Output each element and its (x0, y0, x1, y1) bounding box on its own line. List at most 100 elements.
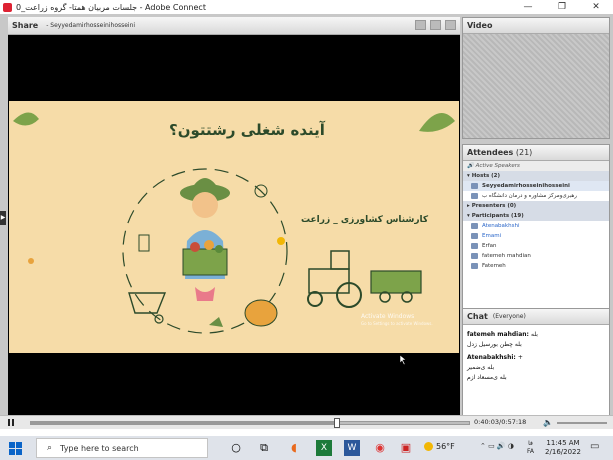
pause-icon[interactable] (4, 417, 18, 429)
user-icon (471, 263, 478, 269)
playback-track[interactable] (30, 418, 470, 428)
share-pod-header: Share - Seyyedamirhosseinihosseini (8, 17, 460, 35)
vegetable-crate (182, 248, 228, 276)
chat-text: بله چطن بورسیل زدل (467, 341, 522, 348)
participant-name: Fatemeh (482, 263, 506, 269)
user-icon (471, 183, 478, 189)
share-pod: Share - Seyyedamirhosseinihosseini آینده… (8, 17, 460, 427)
weather-temp: 56°F (436, 442, 455, 451)
cortana-icon[interactable]: ○ (228, 440, 244, 456)
notification-icon[interactable]: ▭ (590, 441, 599, 452)
participants-section[interactable]: ▾ Participants (19) (463, 211, 609, 221)
tractor-cab (330, 250, 350, 270)
video-pod: Video (462, 17, 610, 139)
user-icon (471, 233, 478, 239)
presenter-name: - Seyyedamirhosseinihosseini (46, 22, 136, 29)
active-speakers-label: Active Speakers (475, 163, 520, 169)
task-view-icon[interactable]: ⧉ (256, 440, 272, 456)
window-controls: — ❐ ✕ (511, 0, 613, 14)
adobe-connect-icon (3, 2, 12, 12)
list-item[interactable]: Erfan (463, 241, 609, 251)
list-item[interactable]: رهبری‌ومرکز مشاوره و درمان دانشگاه ب (463, 191, 609, 201)
taskbar-clock[interactable]: 11:45 AM 2/16/2022 (543, 439, 583, 457)
playback-scrubber[interactable] (334, 418, 341, 428)
maximize-button[interactable]: ❐ (545, 0, 579, 14)
language-native: فا (528, 440, 533, 447)
search-placeholder: Type here to search (60, 443, 139, 453)
window-titlebar: جلسات مربیان همتا- گروه زراعت_0 - Adobe … (0, 0, 613, 14)
app-icon[interactable]: ◖ (286, 440, 302, 456)
participants-label: Participants (19) (471, 213, 524, 219)
clock-date: 2/16/2022 (545, 448, 581, 456)
list-item[interactable]: Atenabakhshi (463, 221, 609, 231)
taskbar-search-input[interactable]: ⌕ Type here to search (36, 438, 208, 458)
host-name: رهبری‌ومرکز مشاوره و درمان دانشگاه ب (482, 193, 577, 199)
wheelbarrow-icon (128, 292, 167, 314)
windows-start-icon[interactable] (6, 439, 24, 457)
language-indicator[interactable]: فا FA (527, 440, 534, 456)
slide-title: آینده شغلی رشتتون؟ (169, 121, 325, 139)
tractor-wheel-small (307, 291, 323, 307)
volume-icon[interactable]: 🔈 (543, 418, 553, 427)
windows-taskbar: ⌕ Type here to search ○ ⧉ ◖ X W ◉ ▣ 56°F… (0, 436, 613, 460)
chat-title: Chat (467, 312, 488, 321)
fullscreen-icon[interactable] (445, 20, 456, 30)
participant-name: Erfan (482, 243, 497, 249)
tomato-icon (190, 242, 200, 252)
word-icon[interactable]: W (344, 440, 360, 456)
participant-name: Emami (482, 233, 502, 239)
pod-tools (415, 20, 456, 30)
presenters-label: Presenters (0) (471, 203, 517, 209)
user-icon (471, 253, 478, 259)
volume-slider[interactable] (557, 422, 607, 424)
list-item[interactable]: fatemeh mahdian (463, 251, 609, 261)
sun-icon (424, 442, 433, 451)
expand-left-icon[interactable]: ▶ (0, 211, 6, 225)
pod-options-icon[interactable] (430, 20, 441, 30)
excel-icon[interactable]: X (316, 440, 332, 456)
meeting-room: ▶ Share - Seyyedamirhosseinihosseini آین… (0, 14, 613, 427)
host-name: Seyyedamirhosseinihosseini (482, 183, 570, 189)
playback-bar: 0:40:03/0:57:18 🔈 (0, 415, 613, 429)
participant-name: fatemeh mahdian (482, 253, 531, 259)
recycle-icon (209, 317, 223, 327)
weather-widget[interactable]: 56°F (424, 442, 455, 451)
list-item[interactable]: Fatemeh (463, 261, 609, 271)
pumpkin-small-icon (204, 240, 214, 250)
chrome-icon[interactable]: ◉ (372, 440, 388, 456)
attendees-title: Attendees (467, 148, 514, 157)
video-area (463, 34, 609, 138)
hosts-label: Hosts (2) (471, 173, 501, 179)
list-item[interactable]: Seyyedamirhosseinihosseini (463, 181, 609, 191)
leaf-icon (419, 113, 455, 132)
playback-time: 0:40:03/0:57:18 (474, 418, 527, 426)
adobe-connect-taskbar-icon[interactable]: ▣ (398, 440, 414, 456)
chat-text: بله ی‌مسعاد ازم (467, 374, 507, 381)
presenters-section[interactable]: ▸ Presenters (0) (463, 201, 609, 211)
chat-message: fatemeh mahdian: بله (463, 325, 609, 338)
chat-text: بله ی‌ضمیر (467, 364, 495, 371)
slide-subtitle: کارشناس کشاورزی _ زراعت (301, 215, 429, 225)
user-icon (471, 193, 478, 199)
playback-progress (31, 422, 338, 424)
minimize-button[interactable]: — (511, 0, 545, 14)
chat-pod: Chat (Everyone) fatemeh mahdian: بله بله… (462, 308, 610, 425)
farmer-face (192, 192, 218, 218)
dot-icon (28, 258, 34, 264)
chat-message: Atenabakhshi: + (463, 348, 609, 361)
participant-name: Atenabakhshi (482, 223, 520, 229)
pod-layout-icon[interactable] (415, 20, 426, 30)
user-icon (471, 223, 478, 229)
close-button[interactable]: ✕ (579, 0, 613, 14)
system-tray-icons[interactable]: ⌃ ▭ 🔊 ◑ (480, 442, 514, 450)
attendees-pod: Attendees (21) 🔊 Active Speakers ▾ Hosts… (462, 144, 610, 312)
activate-windows-subtext: Go to Settings to activate Windows. (361, 321, 433, 326)
video-pod-title: Video (467, 21, 493, 30)
attendees-count: (21) (515, 148, 533, 157)
language-code: FA (527, 448, 535, 455)
pumpkin-icon (244, 299, 278, 327)
hosts-section[interactable]: ▾ Hosts (2) (463, 171, 609, 181)
chat-text: بله (531, 331, 538, 338)
window-title: جلسات مربیان همتا- گروه زراعت_0 - Adobe … (16, 2, 206, 12)
list-item[interactable]: Emami (463, 231, 609, 241)
